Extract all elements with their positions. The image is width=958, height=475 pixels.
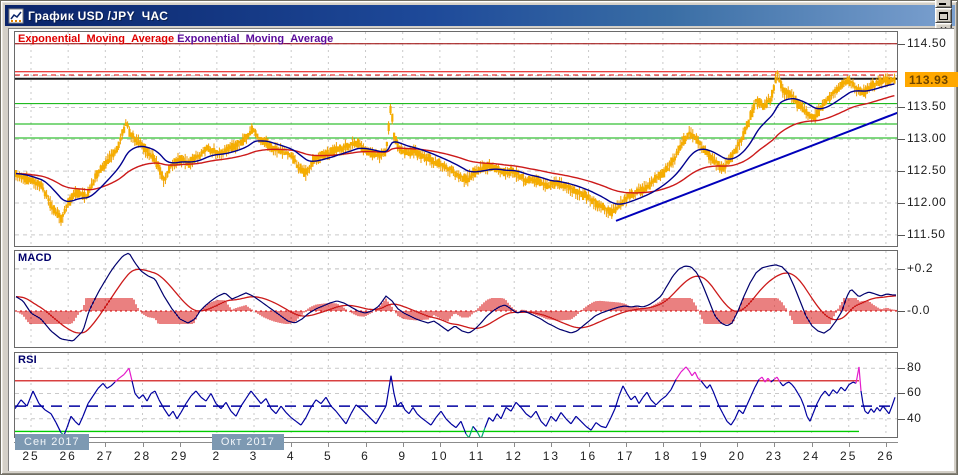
day-label: 28 xyxy=(125,449,161,463)
axis-tick xyxy=(898,107,905,108)
day-label: 25 xyxy=(831,449,867,463)
time-tick xyxy=(849,442,850,447)
axis-tick xyxy=(898,311,905,312)
time-tick xyxy=(440,442,441,447)
day-label: 18 xyxy=(645,449,681,463)
axis-tick xyxy=(898,419,905,420)
axis-tick xyxy=(898,44,905,45)
ema-fast-label: Exponential_Moving_Average xyxy=(18,33,174,45)
axis-tick xyxy=(898,235,905,236)
axis-tick xyxy=(898,171,905,172)
minimize-button[interactable] xyxy=(935,0,952,8)
axis-tick-label: +0.2 xyxy=(907,261,933,275)
day-label: 6 xyxy=(348,449,384,463)
day-label: 9 xyxy=(385,449,421,463)
day-label: 26 xyxy=(50,449,86,463)
maximize-button[interactable] xyxy=(935,8,952,23)
rsi-chart-canvas[interactable] xyxy=(14,352,898,438)
time-tick xyxy=(105,442,106,447)
time-tick xyxy=(514,442,515,447)
time-tick xyxy=(180,442,181,447)
axis-tick-label: 112.00 xyxy=(907,195,946,209)
axis-tick-label: 60 xyxy=(907,385,922,399)
axis-tick xyxy=(898,203,905,204)
day-label: 4 xyxy=(273,449,309,463)
time-tick xyxy=(774,442,775,447)
axis-tick-label: 113.50 xyxy=(907,99,946,113)
day-label: 19 xyxy=(682,449,718,463)
chart-app-icon[interactable] xyxy=(8,8,24,24)
day-label: 11 xyxy=(459,449,495,463)
axis-tick-label: 112.50 xyxy=(907,163,946,177)
day-label: 13 xyxy=(533,449,569,463)
chart-client-area: Exponential_Moving_Average Exponential_M… xyxy=(8,28,954,471)
macd-panel-label: MACD xyxy=(18,252,52,264)
time-axis-line xyxy=(14,442,898,443)
axis-tick xyxy=(898,393,905,394)
day-label: 25 xyxy=(13,449,49,463)
time-tick xyxy=(626,442,627,447)
time-tick xyxy=(551,442,552,447)
day-label: 23 xyxy=(756,449,792,463)
time-tick xyxy=(700,442,701,447)
day-label: 26 xyxy=(868,449,904,463)
day-label: 17 xyxy=(608,449,644,463)
minimize-icon xyxy=(939,3,946,5)
day-label: 16 xyxy=(571,449,607,463)
axis-tick-label: 80 xyxy=(907,360,922,374)
day-label: 24 xyxy=(794,449,830,463)
axis-tick-label: 113.00 xyxy=(907,131,946,145)
macd-chart-canvas[interactable] xyxy=(14,250,898,348)
month-badge: Окт 2017 xyxy=(212,434,284,450)
axis-tick-label: 40 xyxy=(907,411,922,425)
time-tick xyxy=(663,442,664,447)
month-badge: Сен 2017 xyxy=(15,434,89,450)
axis-tick-label: 114.50 xyxy=(907,36,946,50)
axis-tick-label: -0.0 xyxy=(907,303,930,317)
time-tick xyxy=(477,442,478,447)
axis-tick xyxy=(898,139,905,140)
current-price-tag: 113.93 xyxy=(905,72,958,87)
maximize-icon xyxy=(939,12,948,20)
window-titlebar[interactable]: График USD /JPY ЧАС × xyxy=(5,5,955,26)
day-label: 27 xyxy=(87,449,123,463)
ema-slow-label: Exponential_Moving_Average xyxy=(177,33,333,45)
day-label: 20 xyxy=(719,449,755,463)
day-label: 29 xyxy=(162,449,198,463)
axis-tick xyxy=(898,368,905,369)
chart-window: График USD /JPY ЧАС × Exponential_Moving… xyxy=(0,0,958,475)
axis-tick xyxy=(898,269,905,270)
day-label: 10 xyxy=(422,449,458,463)
time-tick xyxy=(403,442,404,447)
time-tick xyxy=(737,442,738,447)
time-tick xyxy=(143,442,144,447)
axis-tick-label: 111.50 xyxy=(907,227,946,241)
day-label: 3 xyxy=(236,449,272,463)
day-label: 12 xyxy=(496,449,532,463)
time-tick xyxy=(328,442,329,447)
day-label: 2 xyxy=(199,449,235,463)
ema-legend: Exponential_Moving_Average Exponential_M… xyxy=(18,33,333,45)
time-tick xyxy=(589,442,590,447)
price-chart-canvas[interactable] xyxy=(14,31,898,247)
day-label: 5 xyxy=(310,449,346,463)
time-tick xyxy=(366,442,367,447)
time-tick xyxy=(291,442,292,447)
window-title: График USD /JPY ЧАС xyxy=(28,9,933,23)
time-tick xyxy=(812,442,813,447)
time-tick xyxy=(886,442,887,447)
rsi-panel-label: RSI xyxy=(18,354,37,366)
